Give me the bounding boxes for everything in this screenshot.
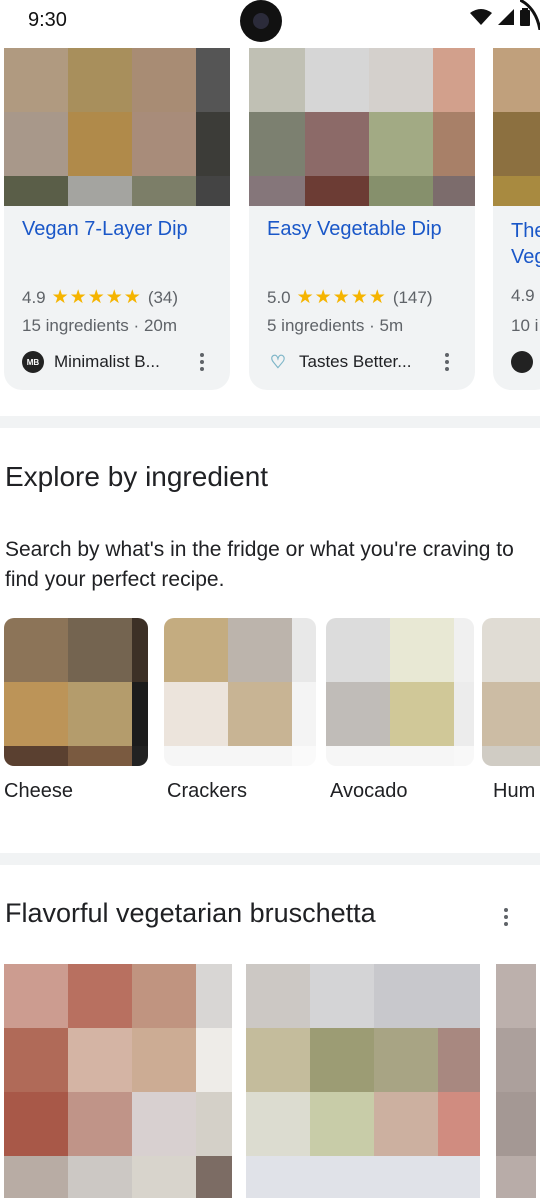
more-options-icon[interactable] [445,350,451,374]
source-name: Minimalist B... [54,352,160,371]
status-time: 9:30 [28,9,67,31]
signal-icon [498,9,514,25]
bruschetta-image[interactable] [4,964,232,1198]
ingredient-label-hummus[interactable]: Hum [493,780,535,803]
rating-value: 4.9 [22,287,46,307]
review-count: (34) [147,287,179,307]
ingredient-image[interactable] [164,618,316,766]
recipe-title[interactable]: The Vegan... [511,218,540,270]
recipe-meta: 5 ingredients · 5m [267,316,403,336]
bruschetta-image[interactable] [246,964,480,1198]
dot-separator: · [133,316,140,335]
section-description: Search by what's in the fridge or what y… [5,538,514,591]
recipe-source: ♡ Tastes Better... [267,351,412,373]
cook-time: 5m [379,316,404,335]
section-title: Explore by ingredient [5,461,269,492]
ingredient-image[interactable] [482,618,540,766]
recipe-source: MB Minimalist B... [22,351,160,373]
recipe-image [493,48,540,206]
recipe-rating-row: 4.9 ★★★★★ (34) [22,286,178,309]
section-title: Flavorful vegetarian bruschetta [5,898,376,928]
recipe-rating-row: 5.0 ★★★★★ (147) [267,286,433,309]
ingredient-image[interactable] [4,618,148,766]
ingredient-count: 15 ingredients [22,316,129,335]
wifi-icon [470,9,492,25]
recipe-card[interactable]: The Vegan... 4.9 10 i [493,48,540,390]
review-count: (147) [392,287,433,307]
recipe-image [4,48,230,206]
corner-curve [520,0,540,30]
source-logo-icon: MB [22,351,44,373]
recipe-image [249,48,475,206]
bruschetta-image[interactable] [496,964,536,1198]
recipe-card[interactable]: Easy Vegetable Dip 5.0 ★★★★★ (147) 5 ing… [249,48,475,390]
ingredient-label-cheese[interactable]: Cheese [4,780,73,803]
section-divider [0,416,540,428]
recipe-title[interactable]: Vegan 7-Layer Dip [22,218,188,241]
ingredient-count: 5 ingredients [267,316,365,335]
recipe-title[interactable]: Easy Vegetable Dip [267,218,442,241]
recipe-source [511,351,533,373]
dot-separator: · [369,316,375,335]
ingredient-count: 10 i [511,316,539,335]
recipe-card[interactable]: Vegan 7-Layer Dip 4.9 ★★★★★ (34) 15 ingr… [4,48,230,390]
front-camera [240,0,282,42]
ingredient-label-crackers[interactable]: Crackers [167,780,247,803]
section-divider [0,853,540,865]
recipe-meta: 15 ingredients · 20m [22,316,177,336]
heart-logo-icon: ♡ [269,351,287,372]
rating-value: 4.9 [511,286,535,305]
star-rating-icon: ★★★★★ [51,287,142,308]
more-options-icon[interactable] [200,350,206,374]
cook-time: 20m [143,316,178,335]
more-options-icon[interactable] [504,905,510,929]
star-rating-icon: ★★★★★ [296,287,387,308]
ingredient-image[interactable] [326,618,474,766]
source-logo-icon [511,351,533,373]
ingredient-label-avocado[interactable]: Avocado [330,780,407,803]
source-name: Tastes Better... [299,352,412,371]
rating-value: 5.0 [267,287,291,307]
